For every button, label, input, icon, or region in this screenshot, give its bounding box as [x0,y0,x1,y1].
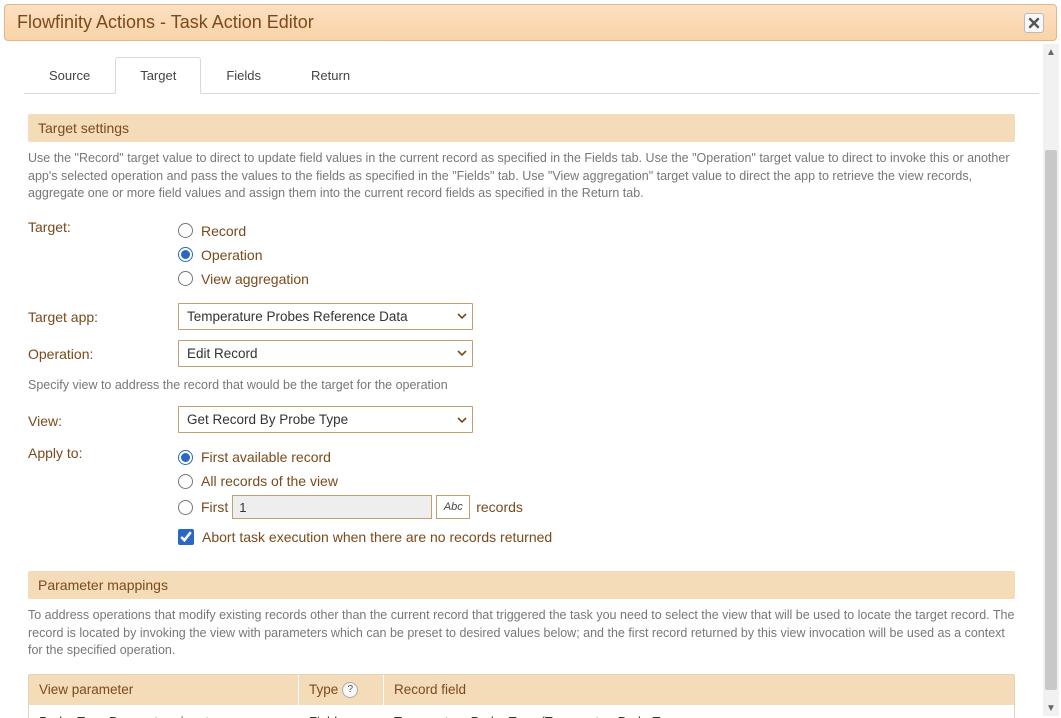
view-value: Get Record By Probe Type [178,406,473,433]
tab-source[interactable]: Source [24,57,115,94]
operation-select[interactable]: Edit Record [178,340,473,367]
operation-row: Operation: Edit Record [28,340,1015,367]
cell-view-parameter: Probe Type Parameter <input> [29,705,299,718]
help-icon[interactable]: ? [342,682,358,698]
scroll-down-button[interactable]: ▼ [1043,700,1059,716]
apply-to-label: Apply to: [28,443,178,461]
target-app-row: Target app: Temperature Probes Reference… [28,303,1015,330]
radio-first-n[interactable] [178,500,193,515]
cell-record-field-link[interactable]: Temperature Probe Type (TemperatureProbe… [394,714,673,718]
target-label: Target: [28,217,178,235]
target-settings-header: Target settings [28,114,1015,142]
tabs-row: Source Target Fields Return [24,56,1039,94]
abc-button[interactable]: Abc [436,495,470,519]
close-icon [1028,17,1040,29]
operation-value: Edit Record [178,340,473,367]
view-select[interactable]: Get Record By Probe Type [178,406,473,433]
table-row: Probe Type Parameter <input> Field Tempe… [29,705,1014,718]
radio-all-records-label: All records of the view [201,471,338,491]
main-content: Source Target Fields Return Target setti… [0,44,1041,718]
radio-first-available[interactable] [178,450,193,465]
target-app-label: Target app: [28,307,178,325]
target-settings-help: Use the "Record" target value to direct … [28,150,1015,203]
target-panel: Target settings Use the "Record" target … [4,94,1039,718]
abort-checkbox-label: Abort task execution when there are no r… [202,529,552,545]
radio-operation-label: Operation [201,245,262,265]
view-help-text: Specify view to address the record that … [28,377,1015,395]
scroll-up-button[interactable]: ▲ [1043,44,1059,60]
parameter-mappings-table: View parameter Type ? Record field Probe… [28,674,1015,718]
radio-first-available-label: First available record [201,447,331,467]
vertical-scrollbar[interactable]: ▲ ▼ [1043,44,1059,716]
operation-label: Operation: [28,344,178,362]
table-header-row: View parameter Type ? Record field [29,675,1014,705]
radio-record-label: Record [201,221,246,241]
radio-operation[interactable] [178,247,193,262]
radio-view-aggregation-label: View aggregation [201,269,309,289]
target-app-select[interactable]: Temperature Probes Reference Data [178,303,473,330]
target-app-value: Temperature Probes Reference Data [178,303,473,330]
abort-checkbox[interactable] [178,529,194,545]
col-header-type: Type ? [299,675,384,705]
scrollbar-thumb[interactable] [1045,150,1057,690]
first-n-input[interactable] [232,495,432,519]
radio-record[interactable] [178,223,193,238]
title-bar: Flowfinity Actions - Task Action Editor [4,4,1057,41]
close-button[interactable] [1024,13,1044,33]
parameter-mappings-header: Parameter mappings [28,571,1015,599]
tab-return[interactable]: Return [286,57,375,94]
parameter-mappings-help: To address operations that modify existi… [28,607,1015,660]
col-header-view-parameter: View parameter [29,675,299,705]
tab-target[interactable]: Target [115,57,201,94]
radio-view-aggregation[interactable] [178,271,193,286]
window-title: Flowfinity Actions - Task Action Editor [17,12,314,33]
tab-fields[interactable]: Fields [201,57,286,94]
target-row: Target: Record Operation View aggregatio… [28,217,1015,293]
view-label: View: [28,411,178,429]
col-header-record-field: Record field [384,675,1014,705]
radio-all-records[interactable] [178,474,193,489]
radio-first-n-label: First [201,497,228,517]
view-row: View: Get Record By Probe Type [28,406,1015,433]
cell-type-link[interactable]: Field [309,714,337,718]
records-text: records [476,497,523,517]
apply-to-row: Apply to: First available record All rec… [28,443,1015,545]
